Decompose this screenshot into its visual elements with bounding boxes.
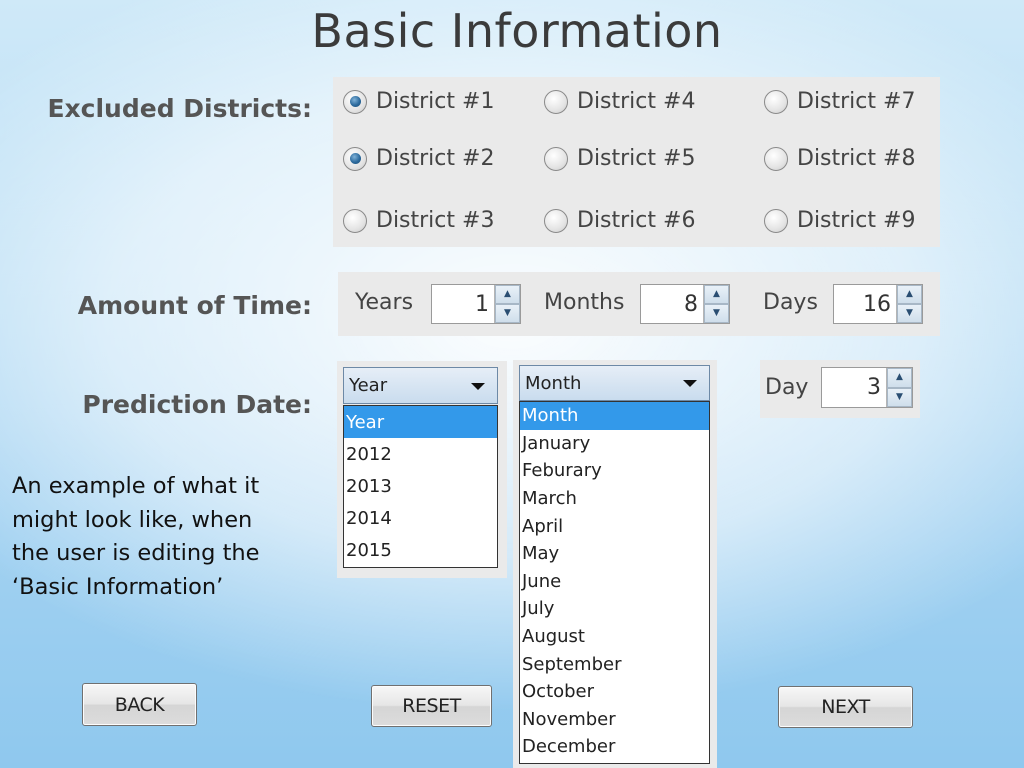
spin-up-icon[interactable]: ▲ xyxy=(704,285,729,304)
spin-down-icon[interactable]: ▼ xyxy=(887,387,912,407)
year-listbox[interactable]: Year 2012 2013 2014 2015 xyxy=(343,405,498,568)
chevron-down-icon[interactable] xyxy=(683,380,697,387)
amount-of-time-label: Amount of Time: xyxy=(77,291,312,320)
years-label: Years xyxy=(355,290,414,315)
district-9-radio[interactable]: District #9 xyxy=(764,208,915,233)
district-label: District #4 xyxy=(577,89,696,114)
year-option[interactable]: 2015 xyxy=(344,534,497,566)
district-label: District #6 xyxy=(577,208,696,233)
chevron-down-icon[interactable] xyxy=(471,382,485,390)
radio-unchecked-icon xyxy=(764,89,788,114)
month-option[interactable]: January xyxy=(520,430,709,458)
radio-checked-icon xyxy=(343,146,367,171)
month-option[interactable]: August xyxy=(520,623,709,651)
district-label: District #2 xyxy=(376,146,495,171)
district-label: District #1 xyxy=(376,89,495,114)
district-4-radio[interactable]: District #4 xyxy=(544,89,695,114)
reset-button[interactable]: RESET xyxy=(371,685,492,727)
radio-unchecked-icon xyxy=(343,208,367,233)
years-value[interactable]: 1 xyxy=(432,285,494,323)
district-label: District #3 xyxy=(376,208,495,233)
radio-unchecked-icon xyxy=(764,208,788,233)
prediction-date-label: Prediction Date: xyxy=(82,390,312,419)
month-option[interactable]: May xyxy=(520,540,709,568)
month-option[interactable]: Feburary xyxy=(520,457,709,485)
months-label: Months xyxy=(544,290,625,315)
district-3-radio[interactable]: District #3 xyxy=(343,208,494,233)
year-option[interactable]: 2013 xyxy=(344,470,497,502)
district-6-radio[interactable]: District #6 xyxy=(544,208,695,233)
days-value[interactable]: 16 xyxy=(834,285,896,323)
day-value[interactable]: 3 xyxy=(822,368,886,407)
description-text: An example of what it might look like, w… xyxy=(12,473,260,600)
district-label: District #8 xyxy=(797,146,916,171)
year-select[interactable]: Year xyxy=(343,367,498,404)
month-option[interactable]: March xyxy=(520,485,709,513)
spin-down-icon[interactable]: ▼ xyxy=(495,304,520,323)
month-listbox[interactable]: Month January Feburary March April May J… xyxy=(519,401,710,764)
districts-panel: District #1 District #2 District #3 Dist… xyxy=(333,77,940,247)
year-option[interactable]: 2014 xyxy=(344,502,497,534)
amount-of-time-panel: Years 1 ▲ ▼ Months 8 ▲ ▼ Days 16 ▲ ▼ xyxy=(338,272,940,336)
district-1-radio[interactable]: District #1 xyxy=(343,89,494,114)
month-option[interactable]: October xyxy=(520,678,709,706)
district-label: District #7 xyxy=(797,89,916,114)
spin-down-icon[interactable]: ▼ xyxy=(704,304,729,323)
district-8-radio[interactable]: District #8 xyxy=(764,146,915,171)
months-value[interactable]: 8 xyxy=(641,285,703,323)
next-button[interactable]: NEXT xyxy=(778,686,913,728)
spin-down-icon[interactable]: ▼ xyxy=(897,304,922,323)
radio-unchecked-icon xyxy=(544,208,568,233)
year-option[interactable]: 2012 xyxy=(344,438,497,470)
month-option[interactable]: Month xyxy=(520,402,709,430)
page-title: Basic Information xyxy=(311,4,723,58)
district-7-radio[interactable]: District #7 xyxy=(764,89,915,114)
days-stepper[interactable]: 16 ▲ ▼ xyxy=(833,284,923,324)
day-panel: Day 3 ▲ ▼ xyxy=(760,360,920,418)
spin-up-icon[interactable]: ▲ xyxy=(887,368,912,388)
district-label: District #9 xyxy=(797,208,916,233)
month-option[interactable]: November xyxy=(520,706,709,734)
month-select-value: Month xyxy=(525,372,582,394)
years-stepper[interactable]: 1 ▲ ▼ xyxy=(431,284,521,324)
month-option[interactable]: June xyxy=(520,568,709,596)
year-option[interactable]: Year xyxy=(344,406,497,438)
district-5-radio[interactable]: District #5 xyxy=(544,146,695,171)
district-label: District #5 xyxy=(577,146,696,171)
day-label: Day xyxy=(765,375,809,400)
year-select-value: Year xyxy=(349,375,388,396)
spin-up-icon[interactable]: ▲ xyxy=(897,285,922,304)
back-button[interactable]: BACK xyxy=(82,683,197,726)
radio-checked-icon xyxy=(343,89,367,114)
month-option[interactable]: December xyxy=(520,733,709,761)
district-2-radio[interactable]: District #2 xyxy=(343,146,494,171)
radio-unchecked-icon xyxy=(544,89,568,114)
spin-up-icon[interactable]: ▲ xyxy=(495,285,520,304)
days-label: Days xyxy=(763,290,818,315)
months-stepper[interactable]: 8 ▲ ▼ xyxy=(640,284,730,324)
month-option[interactable]: July xyxy=(520,595,709,623)
month-option[interactable]: April xyxy=(520,512,709,540)
radio-unchecked-icon xyxy=(544,146,568,171)
day-stepper[interactable]: 3 ▲ ▼ xyxy=(821,367,913,408)
excluded-districts-label: Excluded Districts: xyxy=(47,94,312,123)
month-option[interactable]: September xyxy=(520,650,709,678)
radio-unchecked-icon xyxy=(764,146,788,171)
month-select[interactable]: Month xyxy=(519,365,710,401)
